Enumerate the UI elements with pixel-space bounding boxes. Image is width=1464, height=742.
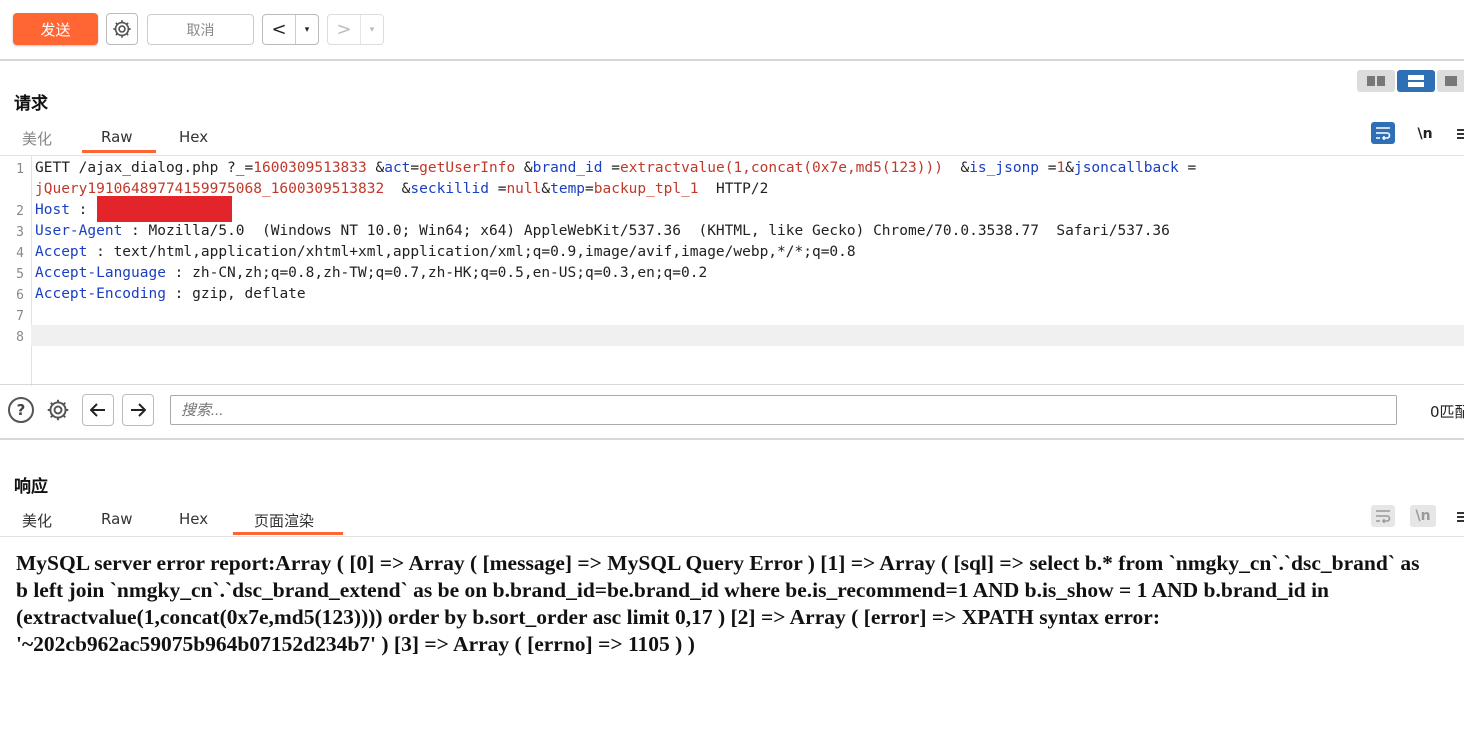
layout-split-icon [1367,76,1385,86]
layout-split-button[interactable] [1357,70,1395,92]
arrow-right-icon [131,403,146,417]
line-number: 5 [16,267,24,282]
history-forward-group[interactable]: > ▾ [327,14,384,45]
response-divider [0,536,1464,537]
line-gutter: 1 2 3 4 5 6 7 8 [0,156,32,386]
response-newline-button[interactable]: \n [1410,505,1436,527]
request-line-accept: Accept : text/html,application/xhtml+xml… [35,244,856,260]
request-line-accept-language: Accept-Language : zh-CN,zh;q=0.8,zh-TW;q… [35,265,708,281]
request-line-host: Host : [35,202,88,218]
line-number: 8 [16,330,24,345]
request-line-accept-encoding: Accept-Encoding : gzip, deflate [35,286,306,302]
layout-stack-icon [1408,75,1424,87]
settings-button[interactable] [106,13,138,45]
request-newline-button[interactable]: \n [1414,124,1436,144]
menu-icon [1457,129,1464,139]
response-rendered-body: MySQL server error report:Array ( [0] =>… [16,551,1420,656]
request-wrap-button[interactable] [1371,122,1395,144]
history-back-group[interactable]: < ▾ [262,14,319,45]
panel-divider [0,438,1464,440]
gear-icon [47,399,69,421]
response-tab-render-underline [233,532,343,535]
line-number: 2 [16,204,24,219]
menu-icon [1457,512,1464,522]
line-number: 4 [16,246,24,261]
search-next-button[interactable] [122,394,154,426]
response-title: 响应 [14,477,48,497]
response-wrap-button[interactable] [1371,505,1395,527]
editor-divider [0,384,1464,385]
match-count: 0匹配 [1430,403,1464,421]
arrow-left-icon [90,403,105,417]
help-button[interactable]: ? [8,397,34,423]
request-line-1a: GETT /ajax_dialog.php ?_=1600309513833 &… [35,160,1197,176]
cancel-button[interactable]: 取消 [147,14,254,45]
wrap-icon [1376,510,1391,523]
layout-single-button[interactable] [1437,70,1464,92]
request-editor[interactable]: 1 2 3 4 5 6 7 8 GETT /ajax_dialog.php ?_… [0,155,1464,386]
request-tab-hex[interactable]: Hex [179,128,208,146]
history-back-dropdown[interactable]: ▾ [295,15,318,44]
wrap-icon [1376,127,1391,140]
request-tab-raw[interactable]: Raw [101,128,133,146]
line-number: 6 [16,288,24,303]
line-number: 3 [16,225,24,240]
layout-single-icon [1444,76,1457,86]
history-forward-button[interactable]: > [328,19,360,40]
history-forward-dropdown[interactable]: ▾ [360,15,383,44]
toolbar-divider [0,59,1464,61]
request-tab-pretty[interactable]: 美化 [22,128,52,149]
current-line-highlight [31,325,1464,346]
redacted-host [97,196,232,222]
request-menu-button[interactable] [1455,124,1464,144]
gear-icon [113,20,131,38]
search-input[interactable] [170,395,1397,425]
response-tab-pretty[interactable]: 美化 [22,510,52,531]
line-number: 7 [16,309,24,324]
help-icon: ? [16,401,26,419]
response-tab-raw[interactable]: Raw [101,510,133,528]
request-line-user-agent: User-Agent : Mozilla/5.0 (Windows NT 10.… [35,223,1170,239]
response-tab-hex[interactable]: Hex [179,510,208,528]
send-button[interactable]: 发送 [13,13,98,45]
request-tab-raw-underline [82,150,156,153]
layout-stack-button[interactable] [1397,70,1435,92]
response-tab-render[interactable]: 页面渲染 [254,510,314,531]
request-title: 请求 [14,94,48,114]
line-number: 1 [16,162,24,177]
response-menu-button[interactable] [1455,507,1464,527]
search-prev-button[interactable] [82,394,114,426]
search-settings-button[interactable] [43,395,73,425]
history-back-button[interactable]: < [263,19,295,40]
